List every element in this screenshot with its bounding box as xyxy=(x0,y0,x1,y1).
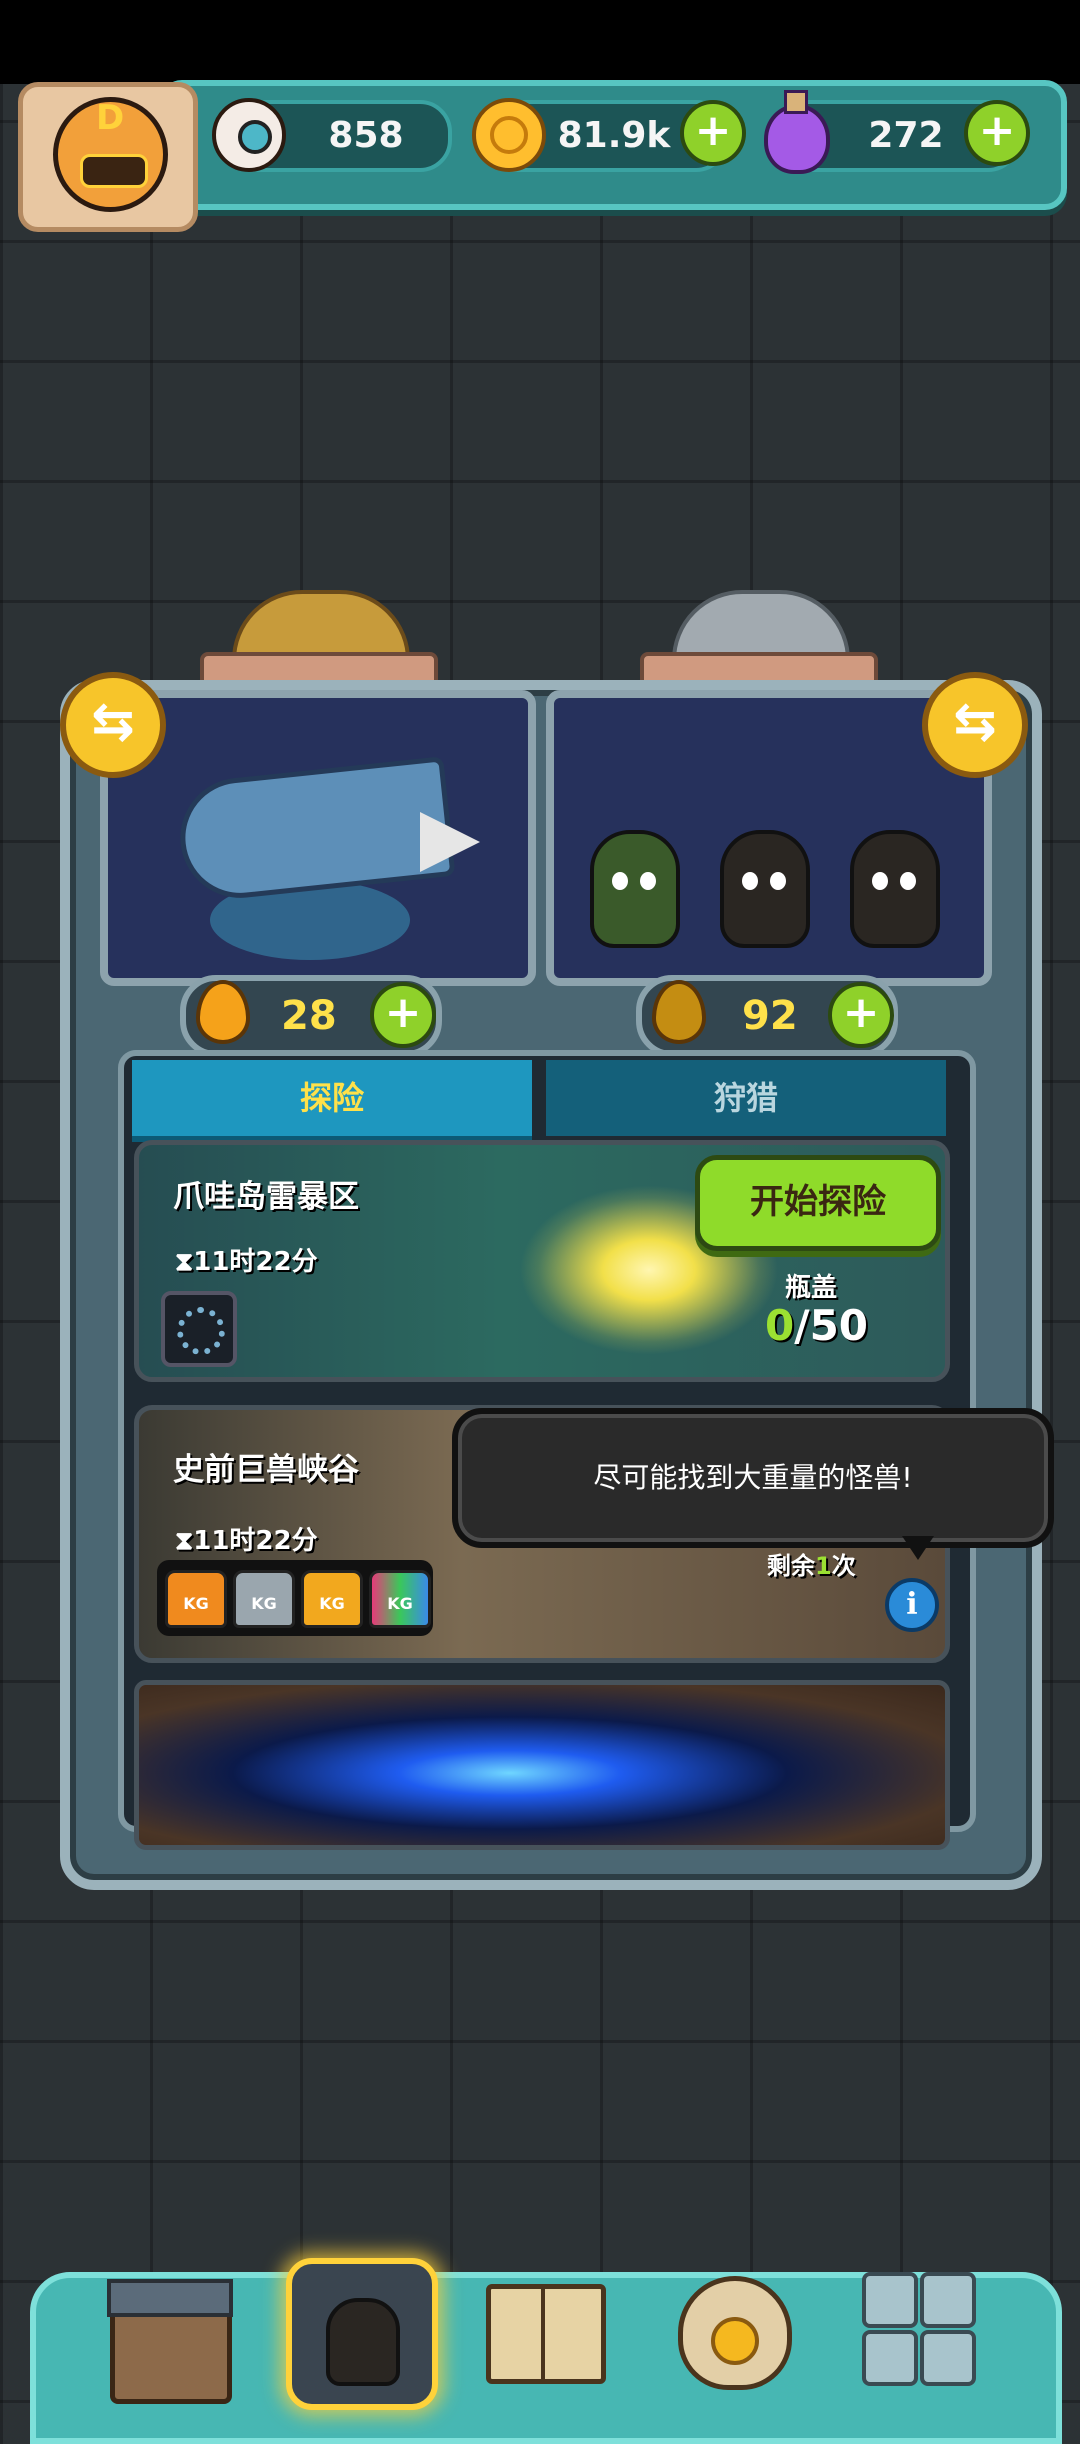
eye xyxy=(640,872,656,890)
expedition-name: 史前巨兽峡谷 xyxy=(173,1452,359,1488)
add-left-energy-button[interactable]: + xyxy=(370,982,436,1048)
creature-icon xyxy=(720,830,810,948)
tab-explore[interactable]: 探险 xyxy=(132,1060,532,1142)
creature-icon xyxy=(590,830,680,948)
weight-silver-icon: KG xyxy=(233,1570,295,1628)
gear-reward-icon xyxy=(161,1291,237,1367)
avatar[interactable]: D xyxy=(18,82,198,232)
rank-letter: D xyxy=(96,98,125,138)
eye xyxy=(900,872,916,890)
potions-count: 272 xyxy=(868,115,944,156)
book-icon[interactable] xyxy=(486,2284,606,2384)
info-icon[interactable]: i xyxy=(885,1578,939,1632)
grid-cell xyxy=(920,2272,976,2328)
grid-icon[interactable] xyxy=(862,2272,976,2386)
grid-cell xyxy=(920,2330,976,2386)
coin-icon xyxy=(472,98,546,172)
swap-vehicle-button[interactable]: ⇆ xyxy=(60,672,166,778)
eye xyxy=(770,872,786,890)
weight-orange-icon: KG xyxy=(165,1570,227,1628)
remaining-suffix: 次 xyxy=(831,1552,856,1580)
grid-cell xyxy=(862,2330,918,2386)
grid-cell xyxy=(862,2272,918,2328)
remaining-attempts: 剩余1次 xyxy=(767,1546,856,1581)
nav-expedition-active[interactable] xyxy=(286,2258,438,2410)
avatar-mouth xyxy=(80,154,148,188)
avatar-monster-icon: D xyxy=(53,97,168,212)
bottle-cap-label: 瓶盖 xyxy=(785,1273,838,1303)
remaining-prefix: 剩余 xyxy=(767,1552,815,1580)
weight-gold-icon: KG xyxy=(301,1570,363,1628)
expedition-timer: ⧗11时22分 xyxy=(175,1247,318,1277)
money-bag-icon[interactable] xyxy=(678,2276,792,2390)
portal-vortex xyxy=(134,1680,950,1850)
expedition-name: 爪哇岛雷暴区 xyxy=(173,1179,359,1215)
add-coins-button[interactable]: + xyxy=(680,100,746,166)
bottle-cap-current: 0 xyxy=(765,1301,795,1350)
potion-icon xyxy=(764,90,830,174)
hint-tooltip: 尽可能找到大重量的怪兽! xyxy=(452,1408,1054,1548)
drill-tip xyxy=(420,812,480,872)
remaining-count: 1 xyxy=(815,1552,832,1580)
hint-text: 尽可能找到大重量的怪兽! xyxy=(593,1461,913,1494)
weight-rainbow-icon: KG xyxy=(369,1570,431,1628)
coins-count: 81.9k xyxy=(557,115,671,156)
eye xyxy=(742,872,758,890)
swap-team-button[interactable]: ⇆ xyxy=(922,672,1028,778)
creature-icon xyxy=(850,830,940,948)
start-expedition-button[interactable]: 开始探险 xyxy=(695,1155,941,1251)
eye xyxy=(872,872,888,890)
creature-icon xyxy=(326,2298,400,2386)
eyeball-icon xyxy=(212,98,286,172)
add-right-energy-button[interactable]: + xyxy=(828,982,894,1048)
expedition-card-storm[interactable]: 爪哇岛雷暴区 ⧗11时22分 开始探险 瓶盖 0/50 xyxy=(134,1140,950,1382)
weight-rewards: KG KG KG KG xyxy=(157,1560,433,1636)
add-potions-button[interactable]: + xyxy=(964,100,1030,166)
status-bar xyxy=(0,0,1080,84)
tab-hunt[interactable]: 狩猎 xyxy=(546,1060,946,1136)
eyes-count: 858 xyxy=(328,115,404,156)
eye xyxy=(612,872,628,890)
bottle-cap-total: /50 xyxy=(794,1301,869,1350)
right-energy-value: 92 xyxy=(742,993,798,1039)
expedition-timer: ⧗11时22分 xyxy=(175,1526,318,1556)
bottle-cap-progress: 0/50 xyxy=(765,1301,868,1350)
shop-icon[interactable] xyxy=(107,2279,233,2404)
left-energy-value: 28 xyxy=(281,993,337,1039)
tooltip-tail xyxy=(902,1536,934,1560)
